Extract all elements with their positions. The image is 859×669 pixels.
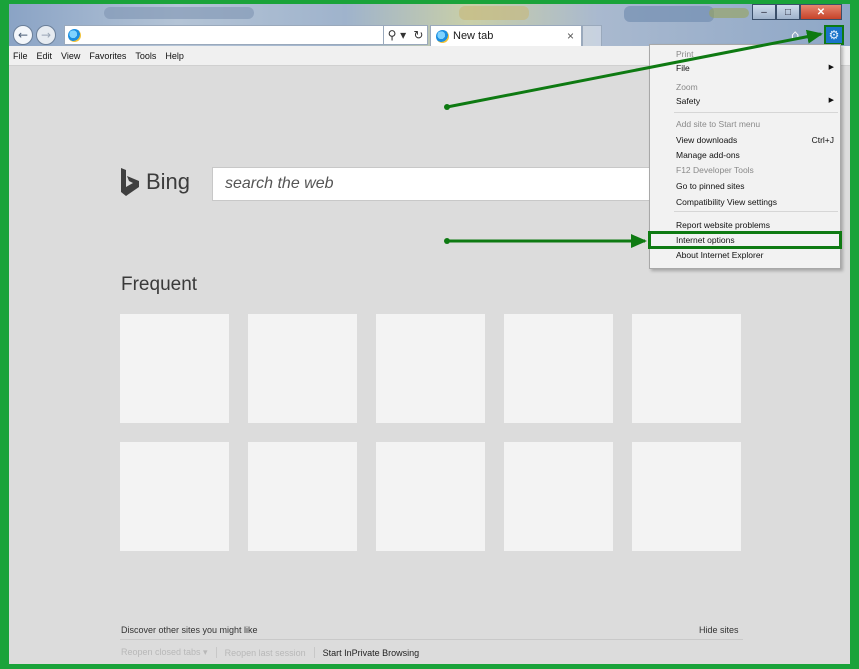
tab-title: New tab	[453, 30, 494, 42]
ie-tab-icon	[436, 29, 449, 43]
reopen-last-session-link[interactable]: Reopen last session	[225, 648, 306, 658]
frequent-heading: Frequent	[121, 274, 198, 295]
menu-edit[interactable]: Edit	[37, 51, 53, 61]
close-button[interactable]: ✕	[800, 4, 842, 20]
menu-item-label: Internet options	[676, 235, 735, 245]
menu-item-internet-options[interactable]: Internet options	[648, 231, 842, 249]
back-arrow-icon: ←	[17, 28, 29, 42]
blurred-background	[104, 7, 254, 19]
frequent-tile[interactable]	[120, 314, 229, 423]
back-button[interactable]: ←	[13, 25, 33, 45]
refresh-icon[interactable]: ↻	[413, 28, 423, 42]
minimize-button[interactable]: –	[752, 4, 776, 20]
address-bar-tools: ⚲ ▾ ↻	[384, 25, 428, 45]
divider	[215, 647, 217, 658]
divider	[313, 647, 315, 658]
tools-menu: Print File ▶ Zoom Safety ▶ Add site to Start m…	[648, 44, 842, 269]
tab-close-icon[interactable]: ×	[567, 29, 574, 43]
blurred-background	[624, 6, 714, 22]
menu-item-label: F12 Developer Tools	[676, 165, 754, 175]
menu-item-label: Print	[676, 49, 694, 59]
menu-item-print[interactable]: Print	[650, 47, 840, 61]
home-icon[interactable]: ⌂	[791, 28, 799, 43]
menu-item-label: Manage add-ons	[676, 150, 740, 160]
menu-item-label: Add site to Start menu	[676, 119, 761, 129]
menu-item-go-to-pinned-sites[interactable]: Go to pinned sites	[650, 179, 840, 193]
frequent-tile[interactable]	[504, 314, 613, 423]
menu-item-zoom[interactable]: Zoom	[650, 80, 840, 94]
forward-button[interactable]: →	[36, 25, 56, 45]
search-input[interactable]	[223, 168, 667, 200]
submenu-arrow-icon: ▶	[828, 64, 834, 71]
tools-gear-button[interactable]: ⚙	[824, 25, 844, 45]
menu-item-label: File	[676, 63, 690, 73]
menu-item-label: Go to pinned sites	[676, 181, 745, 191]
blurred-background	[709, 8, 749, 18]
menu-item-f12-developer-tools[interactable]: F12 Developer Tools	[650, 163, 840, 177]
hide-sites-link[interactable]: Hide sites	[699, 625, 739, 635]
menu-item-about-internet-explorer[interactable]: About Internet Explorer	[650, 248, 840, 262]
menu-view[interactable]: View	[61, 51, 80, 61]
frequent-tile[interactable]	[248, 314, 357, 423]
frequent-tile[interactable]	[504, 442, 613, 551]
frequent-tile[interactable]	[248, 442, 357, 551]
frequent-tile[interactable]	[632, 314, 741, 423]
menu-file[interactable]: File	[13, 51, 28, 61]
menu-item-label: Compatibility View settings	[676, 197, 777, 207]
frequent-tile[interactable]	[376, 442, 485, 551]
blurred-background	[459, 6, 529, 20]
window-controls: – □ ✕	[752, 4, 842, 20]
search-box[interactable]	[212, 167, 672, 201]
bing-wordmark: Bing	[146, 169, 191, 194]
menu-item-manage-add-ons[interactable]: Manage add-ons	[650, 148, 840, 162]
menu-item-add-site-to-start-menu[interactable]: Add site to Start menu	[650, 117, 840, 131]
new-tab-button[interactable]	[582, 25, 602, 46]
search-dropdown-icon[interactable]: ⚲ ▾	[388, 28, 407, 42]
bing-logo: Bing	[120, 167, 190, 197]
gear-icon: ⚙	[828, 28, 840, 42]
menu-help[interactable]: Help	[165, 51, 184, 61]
menu-item-file[interactable]: File ▶	[650, 61, 840, 75]
menu-item-label: Zoom	[676, 82, 698, 92]
menu-item-label: About Internet Explorer	[676, 250, 764, 260]
maximize-button[interactable]: □	[776, 4, 800, 20]
submenu-arrow-icon: ▶	[828, 97, 834, 104]
shortcut-label: Ctrl+J	[811, 135, 834, 145]
start-inprivate-link[interactable]: Start InPrivate Browsing	[323, 648, 420, 658]
menu-item-report-website-problems[interactable]: Report website problems	[650, 218, 840, 232]
reopen-closed-tabs-link[interactable]: Reopen closed tabs ▾	[121, 647, 208, 658]
frequent-tile[interactable]	[376, 314, 485, 423]
address-bar[interactable]	[64, 25, 384, 45]
menu-divider	[674, 211, 838, 212]
frequent-tile[interactable]	[120, 442, 229, 551]
menu-divider	[674, 112, 838, 113]
discover-sites-link[interactable]: Discover other sites you might like	[121, 625, 258, 635]
tab-new-tab[interactable]: New tab ×	[430, 25, 582, 46]
ie-page-icon	[68, 29, 81, 42]
menu-item-label: Safety	[676, 96, 701, 106]
menu-favorites[interactable]: Favorites	[89, 51, 126, 61]
menu-tools[interactable]: Tools	[135, 51, 156, 61]
menu-item-label: View downloads	[676, 135, 738, 145]
menu-item-label: Report website problems	[676, 220, 771, 230]
divider	[120, 639, 743, 640]
menu-item-view-downloads[interactable]: View downloads Ctrl+J	[650, 133, 840, 147]
bottom-links: Reopen closed tabs ▾ Reopen last session…	[121, 647, 419, 658]
menu-item-safety[interactable]: Safety ▶	[650, 94, 840, 108]
browser-window: – □ ✕ ← → ⚲ ▾ ↻ New tab × ⌂ ⚙ File Edit Vi…	[9, 4, 850, 664]
frequent-tile[interactable]	[632, 442, 741, 551]
menu-item-compatibility-view-settings[interactable]: Compatibility View settings	[650, 195, 840, 209]
forward-arrow-icon: →	[40, 28, 52, 42]
bing-b-icon	[121, 168, 139, 196]
